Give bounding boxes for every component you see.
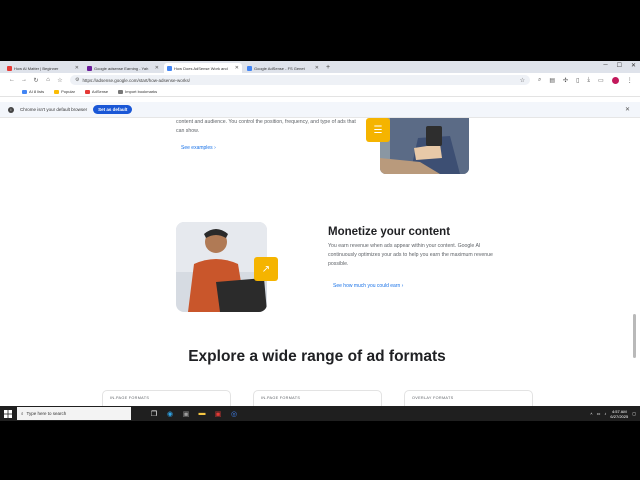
trending-up-badge-icon: ↗ — [254, 257, 278, 281]
reading-list-icon[interactable]: ▤ — [549, 77, 555, 84]
system-tray: ˄ ▭ ♪ 4:57 AM 6/27/2025 ▢ — [590, 409, 640, 419]
minimize-icon[interactable]: ─ — [603, 62, 607, 69]
volume-icon[interactable]: ♪ — [604, 411, 606, 416]
search-icon: ⌕ — [21, 411, 24, 416]
star-icon[interactable]: ☆ — [520, 77, 525, 84]
extensions-icon[interactable]: ✣ — [563, 77, 568, 84]
tab-close-icon[interactable]: ✕ — [75, 65, 79, 71]
notifications-icon[interactable]: ▢ — [632, 411, 636, 416]
tab-title: Google adsense Earning - Yah — [94, 65, 149, 71]
task-view-icon[interactable]: ❐ — [149, 409, 159, 419]
home-icon[interactable]: ⌂ — [42, 77, 54, 83]
taskbar-search[interactable]: ⌕ Type here to search — [17, 407, 131, 420]
section2-text: You earn revenue when ads appear within … — [328, 243, 493, 267]
bookmarks-bar: AI 8 lists Popular AdSense Import bookma… — [0, 87, 640, 97]
section1-text: content and audience. You control the po… — [176, 119, 356, 134]
chrome-icon[interactable]: ◎ — [229, 409, 239, 419]
reload-icon[interactable]: ↻ — [30, 77, 42, 84]
tab-1[interactable]: How AI Matter | Beginner ✕ — [4, 63, 82, 73]
profile-avatar-icon[interactable] — [611, 76, 619, 84]
photo-illustration — [380, 118, 469, 174]
windows-taskbar: ⌕ Type here to search ❐ ◉ ▣ ▬ ▣ ◎ ˄ ▭ ♪ … — [0, 406, 640, 421]
yahoo-favicon-icon — [87, 65, 92, 71]
infobar-message: Chrome isn't your default browser — [20, 107, 88, 112]
clock[interactable]: 4:57 AM 6/27/2025 — [610, 409, 628, 419]
file-explorer-icon[interactable]: ▬ — [197, 409, 207, 419]
new-tab-icon[interactable]: + — [326, 63, 330, 73]
back-icon[interactable]: ← — [6, 77, 18, 83]
chevron-right-icon: › — [401, 283, 404, 289]
bookmark-star-icon[interactable]: ☆ — [54, 77, 66, 84]
maximize-icon[interactable]: ☐ — [617, 62, 622, 69]
tab-2[interactable]: Google adsense Earning - Yah ✕ — [84, 63, 162, 73]
bookmark-item[interactable]: Popular — [54, 89, 75, 94]
sidebar-icon[interactable]: ▯ — [576, 77, 579, 84]
forward-icon[interactable]: → — [18, 77, 30, 83]
import-icon — [118, 89, 124, 94]
browser-toolbar: ← → ↻ ⌂ ☆ ⚙ https://adsense.google.com/s… — [0, 73, 640, 87]
google-favicon-icon — [247, 65, 252, 71]
card-label: IN-PAGE FORMATS — [110, 396, 150, 400]
red-app-icon[interactable]: ▣ — [213, 409, 223, 419]
taskbar-apps: ❐ ◉ ▣ ▬ ▣ ◎ — [149, 409, 239, 419]
address-bar[interactable]: ⚙ https://adsense.google.com/start/how-a… — [70, 75, 530, 85]
store-icon[interactable]: ▣ — [181, 409, 191, 419]
download-icon[interactable]: ⤓ — [587, 77, 590, 84]
chevron-up-icon[interactable]: ˄ — [590, 411, 592, 416]
monetize-heading: Monetize your content — [328, 226, 451, 238]
card-label: OVERLAY FORMATS — [412, 396, 454, 400]
tab-3-active[interactable]: How Does AdSense Work and ✕ — [164, 63, 242, 73]
screen: How AI Matter | Beginner ✕ Google adsens… — [0, 61, 640, 421]
folder-icon — [54, 89, 60, 94]
infobar-close-icon[interactable]: ✕ — [625, 106, 630, 113]
start-button[interactable] — [0, 406, 15, 421]
see-examples-link[interactable]: See examples › — [181, 145, 216, 151]
url-text: https://adsense.google.com/start/how-ads… — [82, 77, 191, 83]
tab-close-icon[interactable]: ✕ — [315, 65, 319, 71]
tab-title: Google AdSense - FS Genet — [254, 65, 305, 71]
search-placeholder: Type here to search — [26, 411, 67, 416]
bookmark-item[interactable]: AdSense — [84, 89, 108, 94]
bookmark-item[interactable]: Import bookmarks — [118, 89, 157, 94]
google-favicon-icon — [167, 65, 172, 71]
explore-heading: Explore a wide range of ad formats — [188, 348, 446, 365]
search-icon[interactable]: ⌕ — [538, 77, 541, 84]
bookmark-item[interactable]: AI 8 lists — [22, 89, 44, 94]
network-icon[interactable]: ▭ — [597, 411, 601, 416]
windows-logo-icon — [3, 409, 12, 418]
tab-close-icon[interactable]: ✕ — [235, 65, 239, 71]
sliders-badge-icon: ☰ — [366, 118, 390, 142]
set-as-default-button[interactable]: Set as default — [93, 105, 133, 114]
person-with-tablet-image — [380, 118, 469, 174]
menu-icon[interactable]: ⋮ — [627, 77, 633, 84]
info-icon: i — [8, 106, 14, 113]
chevron-right-icon: › — [214, 145, 216, 151]
toolbar-icons: ⌕ ▤ ✣ ▯ ⤓ ▭ ⋮ — [538, 76, 633, 84]
youtube-favicon-icon — [7, 65, 12, 71]
window-controls: ─ ☐ ✕ — [603, 62, 636, 69]
tab-strip: How AI Matter | Beginner ✕ Google adsens… — [0, 61, 640, 73]
tab-title: How AI Matter | Beginner — [14, 65, 59, 71]
tab-close-icon[interactable]: ✕ — [155, 65, 159, 71]
tab-4[interactable]: Google AdSense - FS Genet ✕ — [244, 63, 322, 73]
page-content: content and audience. You control the po… — [0, 118, 640, 409]
page-scrollbar[interactable] — [633, 314, 636, 358]
split-view-icon[interactable]: ▭ — [598, 77, 604, 84]
card-label: IN-PAGE FORMATS — [261, 396, 301, 400]
folder-icon — [22, 89, 27, 94]
edge-icon[interactable]: ◉ — [165, 409, 175, 419]
default-browser-infobar: i Chrome isn't your default browser Set … — [0, 102, 640, 118]
site-info-icon[interactable]: ⚙ — [75, 77, 79, 83]
tab-title: How Does AdSense Work and — [174, 65, 228, 71]
close-window-icon[interactable]: ✕ — [631, 62, 636, 69]
see-how-much-link[interactable]: See how much you could earn › — [333, 283, 403, 289]
adsense-icon — [84, 89, 90, 94]
